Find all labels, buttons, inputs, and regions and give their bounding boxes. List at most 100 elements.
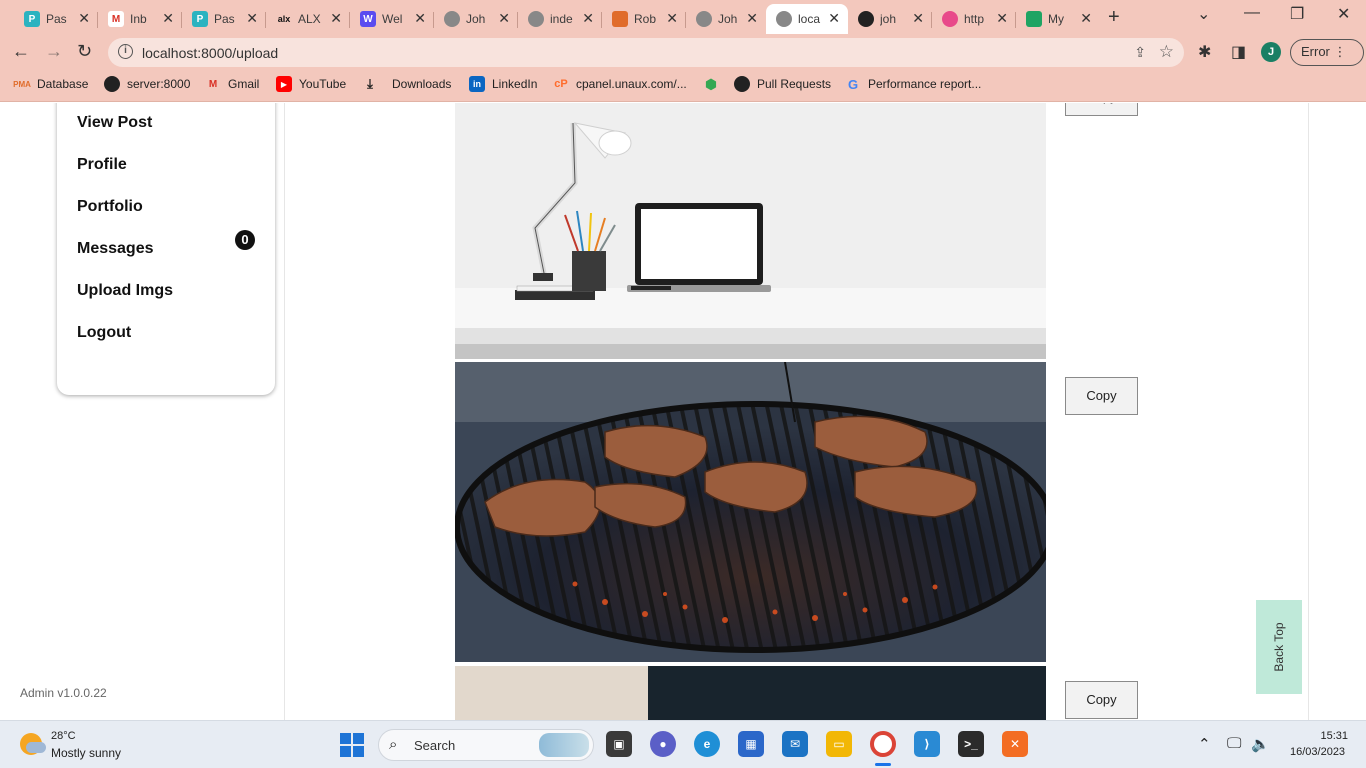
rob-icon <box>612 11 628 27</box>
share-icon[interactable]: ⇪ <box>1134 44 1146 61</box>
bookmark-performance[interactable]: G Performance report... <box>845 76 981 92</box>
bookmark-maps[interactable]: ⬢ <box>703 76 726 92</box>
page-content: View Post Profile Portfolio Messages 0 U… <box>0 103 1366 720</box>
browser-tab[interactable]: My ✕ <box>1016 4 1100 34</box>
close-icon[interactable]: ✕ <box>330 11 342 25</box>
browser-tab-active[interactable]: loca ✕ <box>766 4 848 34</box>
copy-button[interactable]: Copy <box>1065 103 1138 116</box>
window-close-icon[interactable]: ✕ <box>1337 4 1350 24</box>
browser-tab[interactable]: inde ✕ <box>518 4 602 34</box>
copy-label: Copy <box>1086 388 1117 403</box>
forward-arrow-icon[interactable]: → <box>45 41 63 62</box>
mail-icon[interactable]: ✉ <box>782 731 808 757</box>
side-panel-icon[interactable]: ◨ <box>1231 42 1246 62</box>
bookmark-server[interactable]: server:8000 <box>104 76 190 92</box>
volume-icon[interactable]: 🔈 <box>1251 735 1270 753</box>
browser-tab[interactable]: W Wel ✕ <box>350 4 434 34</box>
close-icon[interactable]: ✕ <box>666 11 678 25</box>
bookmark-pull-requests[interactable]: Pull Requests <box>734 76 831 92</box>
browser-tab[interactable]: joh ✕ <box>848 4 932 34</box>
weather-condition[interactable]: Mostly sunny <box>51 746 121 760</box>
reload-icon[interactable]: ↻ <box>77 41 92 62</box>
restore-icon[interactable]: ❐ <box>1290 4 1304 24</box>
close-icon[interactable]: ✕ <box>996 11 1008 25</box>
vscode-icon[interactable]: ⟩ <box>914 731 940 757</box>
maps-pin-icon: ⬢ <box>704 75 718 92</box>
nav-messages[interactable]: Messages <box>77 240 154 258</box>
close-icon[interactable]: ✕ <box>162 11 174 25</box>
nav-view-post[interactable]: View Post <box>77 114 152 132</box>
tab-search-chevron-icon[interactable]: ⌄ <box>1197 4 1210 24</box>
clock-time[interactable]: 15:31 <box>1312 730 1348 742</box>
back-top-button[interactable]: Back Top <box>1256 600 1302 694</box>
show-hidden-icons-chevron-icon[interactable]: ⌃ <box>1198 735 1211 753</box>
close-icon[interactable]: ✕ <box>582 11 594 25</box>
partial-photo <box>455 666 1046 720</box>
terminal-icon[interactable]: >_ <box>958 731 984 757</box>
taskbar-search[interactable]: ⌕ Search <box>378 729 594 761</box>
nav-upload-imgs[interactable]: Upload Imgs <box>77 282 173 300</box>
browser-tab[interactable]: P Pas ✕ <box>14 4 98 34</box>
browser-tab[interactable]: Rob ✕ <box>602 4 686 34</box>
browser-tab[interactable]: http ✕ <box>932 4 1016 34</box>
file-explorer-icon[interactable]: ▭ <box>826 731 852 757</box>
extensions-puzzle-icon[interactable]: ✱ <box>1198 42 1211 62</box>
tab-title: http <box>964 12 985 26</box>
address-bar[interactable]: i localhost:8000/upload ⇪ ☆ <box>108 38 1184 67</box>
bookmark-label: Downloads <box>392 77 452 91</box>
close-icon[interactable]: ✕ <box>414 11 426 25</box>
clock-date[interactable]: 16/03/2023 <box>1290 746 1345 758</box>
browser-toolbar: ← → ↻ i localhost:8000/upload ⇪ ☆ ✱ ◨ <box>0 34 1366 70</box>
minimize-icon[interactable]: — <box>1244 4 1260 22</box>
browser-tab[interactable]: M Inb ✕ <box>98 4 182 34</box>
nav-profile[interactable]: Profile <box>77 156 127 174</box>
bookmark-star-icon[interactable]: ☆ <box>1159 42 1174 62</box>
new-tab-plus-icon[interactable]: + <box>1108 6 1120 29</box>
chat-icon[interactable]: ● <box>650 731 676 757</box>
nav-portfolio[interactable]: Portfolio <box>77 198 143 216</box>
copy-button[interactable]: Copy <box>1065 377 1138 415</box>
windows-start-icon[interactable] <box>340 733 364 757</box>
site-info-icon[interactable]: i <box>118 44 133 59</box>
weather-sun-cloud-icon[interactable] <box>20 733 46 755</box>
close-icon[interactable]: ✕ <box>1080 11 1092 25</box>
weather-temperature[interactable]: 28°C <box>51 730 76 742</box>
close-icon[interactable]: ✕ <box>498 11 510 25</box>
close-icon[interactable]: ✕ <box>246 11 258 25</box>
more-vert-icon: ⋮ <box>1333 44 1347 59</box>
close-icon[interactable]: ✕ <box>78 11 90 25</box>
grill-photo <box>455 362 1046 662</box>
bookmark-cpanel[interactable]: cP cpanel.unaux.com/... <box>553 76 686 92</box>
bookmark-youtube[interactable]: ▶ YouTube <box>276 76 346 92</box>
version-label: Admin v1.0.0.22 <box>20 686 107 700</box>
close-icon[interactable]: ✕ <box>912 11 924 25</box>
bookmark-gmail[interactable]: M Gmail <box>205 76 260 92</box>
browser-tab[interactable]: P Pas ✕ <box>182 4 266 34</box>
back-arrow-icon[interactable]: ← <box>12 41 30 62</box>
network-icon[interactable]: 🖵 <box>1227 735 1241 752</box>
bookmark-linkedin[interactable]: in LinkedIn <box>469 76 537 92</box>
browser-tab[interactable]: alx ALX ✕ <box>266 4 350 34</box>
close-icon[interactable]: ✕ <box>746 11 758 25</box>
store-icon[interactable]: ▦ <box>738 731 764 757</box>
bookmark-downloads[interactable]: ⤓ Downloads <box>362 76 451 92</box>
github-icon <box>858 11 874 27</box>
task-view-icon[interactable]: ▣ <box>606 731 632 757</box>
profile-avatar[interactable]: J <box>1261 42 1281 62</box>
error-button[interactable]: Error ⋮ <box>1290 39 1364 66</box>
browser-tab[interactable]: Joh ✕ <box>686 4 766 34</box>
xampp-icon[interactable]: ✕ <box>1002 731 1028 757</box>
drive-icon <box>1026 11 1042 27</box>
edge-icon[interactable]: e <box>694 731 720 757</box>
url-text[interactable]: localhost:8000/upload <box>142 45 278 61</box>
tab-title: Rob <box>634 12 657 26</box>
copy-button[interactable]: Copy <box>1065 681 1138 719</box>
bookmarks-bar: PMA Database server:8000 M Gmail ▶ YouTu… <box>0 70 1366 102</box>
bookmark-database[interactable]: PMA Database <box>13 76 88 92</box>
nav-logout[interactable]: Logout <box>77 324 131 342</box>
browser-tab[interactable]: Joh ✕ <box>434 4 518 34</box>
close-icon[interactable]: ✕ <box>828 11 840 25</box>
bookmark-label: Gmail <box>228 77 260 91</box>
chrome-icon[interactable] <box>870 731 896 757</box>
p-icon: P <box>192 11 208 27</box>
